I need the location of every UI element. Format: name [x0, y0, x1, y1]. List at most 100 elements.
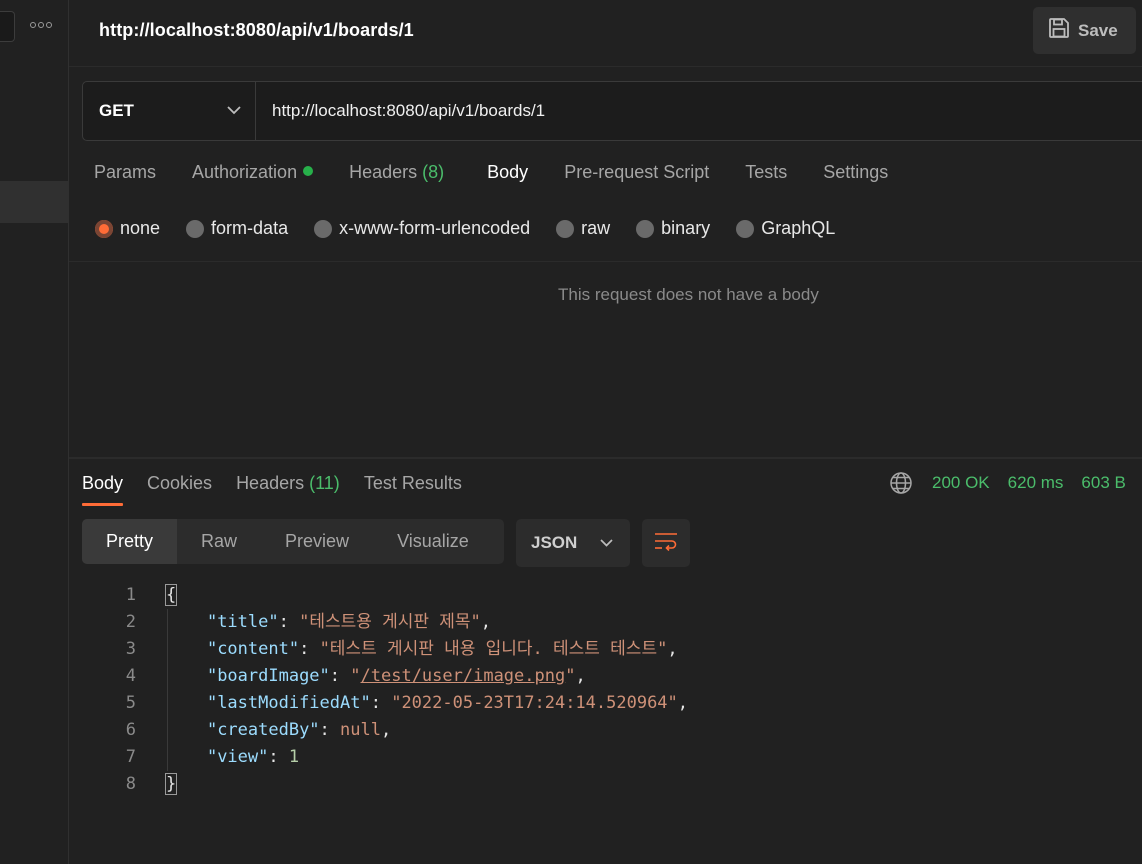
- tab-settings-label: Settings: [823, 162, 889, 182]
- response-tab-test-results[interactable]: Test Results: [364, 470, 462, 506]
- save-label: Save: [1078, 20, 1118, 40]
- radio-form-data[interactable]: form-data: [186, 218, 288, 239]
- radio-raw-label: raw: [581, 218, 611, 238]
- line-number: 6: [125, 720, 136, 740]
- auth-status-dot: [303, 166, 314, 176]
- method-value: GET: [99, 101, 134, 120]
- tab-params-label: Params: [94, 162, 157, 182]
- radio-icon: [556, 219, 575, 238]
- radios-divider: [69, 261, 1142, 262]
- tab-authorization-label: Authorization: [192, 162, 298, 182]
- response-size[interactable]: 603 B: [1081, 473, 1125, 493]
- tab-authorization[interactable]: Authorization: [180, 162, 325, 192]
- response-tab-body[interactable]: Body: [82, 470, 124, 506]
- radio-none-label: none: [120, 218, 161, 238]
- save-button[interactable]: Save: [1033, 7, 1136, 54]
- radio-icon: [186, 219, 205, 238]
- tab-pre-request-script[interactable]: Pre-request Script: [552, 162, 721, 192]
- tab-tests[interactable]: Tests: [733, 162, 799, 192]
- json-value: "2022-05-23T17:24:14.520964": [391, 693, 678, 713]
- json-key: "content": [206, 639, 300, 659]
- response-tab-cookies-label: Cookies: [147, 473, 213, 493]
- response-headers-count: (11): [309, 473, 340, 493]
- save-icon: [1048, 17, 1070, 44]
- format-select[interactable]: JSON: [516, 519, 630, 567]
- line-number: 2: [125, 612, 136, 632]
- radio-graphql-label: GraphQL: [761, 218, 836, 238]
- radio-icon: [736, 219, 755, 238]
- tab-headers[interactable]: Headers (8): [337, 162, 456, 192]
- sidebar: [0, 0, 69, 864]
- sidebar-search-input[interactable]: [0, 11, 15, 42]
- json-key: "createdBy": [206, 720, 320, 740]
- globe-icon[interactable]: [889, 471, 913, 495]
- tab-settings[interactable]: Settings: [811, 162, 900, 192]
- line-number: 7: [125, 747, 136, 767]
- response-tabs: Body Cookies Headers (11) Test Results: [82, 470, 486, 506]
- sidebar-selected-item[interactable]: [0, 181, 69, 223]
- request-title[interactable]: http://localhost:8080/api/v1/boards/1: [99, 20, 414, 41]
- radio-form-data-label: form-data: [211, 218, 289, 238]
- more-options-icon[interactable]: [29, 16, 53, 34]
- radio-raw[interactable]: raw: [556, 218, 610, 239]
- view-mode-tabs: Pretty Raw Preview Visualize: [82, 519, 504, 564]
- radio-icon: [314, 219, 333, 238]
- radio-none[interactable]: none: [95, 218, 160, 239]
- response-tab-body-label: Body: [82, 473, 124, 493]
- wrap-lines-button[interactable]: [642, 519, 690, 567]
- line-number: 4: [125, 666, 136, 686]
- json-key: "lastModifiedAt": [206, 693, 371, 713]
- pane-splitter[interactable]: [69, 457, 1142, 459]
- wrap-lines-icon: [654, 531, 678, 556]
- json-close-brace: }: [164, 773, 178, 795]
- response-time[interactable]: 620 ms: [1008, 473, 1064, 493]
- line-number: 3: [125, 639, 136, 659]
- status-code[interactable]: 200 OK: [932, 473, 990, 493]
- radio-x-www-form-urlencoded[interactable]: x-www-form-urlencoded: [314, 218, 530, 239]
- response-tab-cookies[interactable]: Cookies: [147, 470, 212, 506]
- radio-binary-label: binary: [661, 218, 711, 238]
- chevron-down-icon: [600, 534, 613, 552]
- view-raw[interactable]: Raw: [177, 519, 261, 564]
- tab-tests-label: Tests: [745, 162, 788, 182]
- radio-binary[interactable]: binary: [636, 218, 710, 239]
- json-value: "테스트 게시판 내용 입니다. 테스트 테스트": [319, 639, 668, 659]
- radio-icon: [636, 219, 655, 238]
- response-tab-test-results-label: Test Results: [363, 473, 462, 493]
- json-open-brace: {: [164, 584, 178, 606]
- json-link-value[interactable]: /test/user/image.png: [361, 666, 566, 686]
- empty-body-message: This request does not have a body: [558, 285, 819, 304]
- json-key: "boardImage": [206, 666, 330, 686]
- response-tab-headers-label: Headers: [236, 473, 305, 493]
- chevron-down-icon: [227, 102, 241, 120]
- tab-headers-count: (8): [422, 162, 445, 182]
- method-select[interactable]: GET: [83, 82, 256, 140]
- json-value: 1: [288, 747, 300, 767]
- view-preview[interactable]: Preview: [261, 519, 373, 564]
- json-value: null: [340, 720, 381, 740]
- tab-body-label: Body: [487, 162, 529, 182]
- radio-graphql[interactable]: GraphQL: [736, 218, 835, 239]
- header-divider: [69, 66, 1142, 67]
- line-number: 1: [125, 585, 136, 605]
- body-type-radios: none form-data x-www-form-urlencoded raw…: [95, 218, 861, 239]
- response-tab-headers[interactable]: Headers (11): [236, 470, 340, 506]
- json-key: "title": [206, 612, 279, 632]
- line-number: 5: [125, 693, 136, 713]
- response-meta: 200 OK 620 ms 603 B: [889, 470, 1142, 496]
- radio-urlencoded-label: x-www-form-urlencoded: [339, 218, 531, 238]
- tab-headers-label: Headers: [349, 162, 418, 182]
- line-number: 8: [125, 774, 136, 794]
- format-value: JSON: [531, 533, 578, 552]
- view-visualize[interactable]: Visualize: [373, 519, 493, 564]
- json-key: "view": [206, 747, 269, 767]
- json-value: "테스트용 게시판 제목": [299, 612, 481, 632]
- tab-params[interactable]: Params: [82, 162, 168, 192]
- radio-selected-icon: [95, 219, 113, 238]
- tab-pre-request-label: Pre-request Script: [564, 162, 710, 182]
- url-bar: GET http://localhost:8080/api/v1/boards/…: [82, 81, 1142, 141]
- url-input[interactable]: http://localhost:8080/api/v1/boards/1: [256, 82, 1142, 140]
- request-tabs: Params Authorization Headers (8) Body Pr…: [82, 162, 900, 192]
- view-pretty[interactable]: Pretty: [82, 519, 178, 564]
- tab-body[interactable]: Body: [475, 162, 540, 192]
